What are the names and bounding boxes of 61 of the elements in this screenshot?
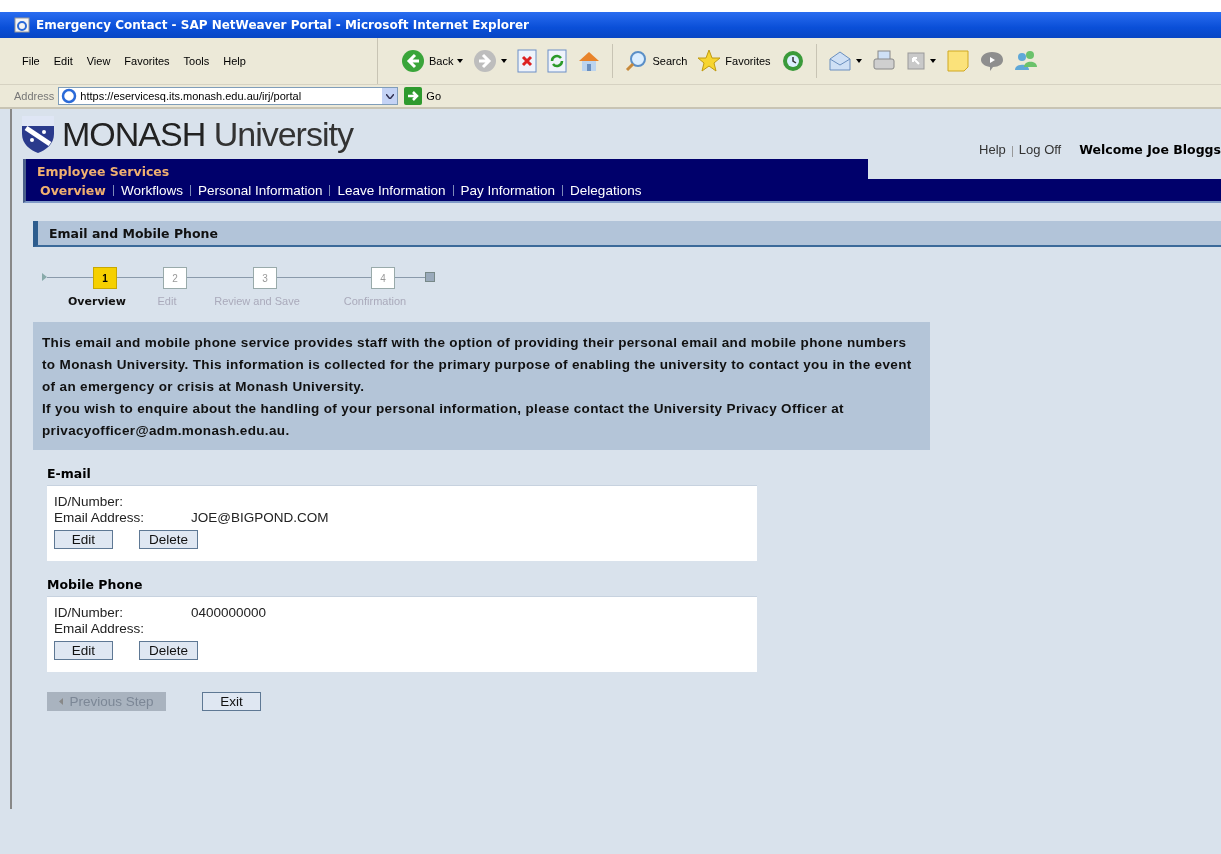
record-button[interactable]: Edit bbox=[54, 641, 113, 660]
header-link[interactable]: Help bbox=[979, 142, 1006, 157]
crest-icon bbox=[20, 114, 56, 154]
go-button[interactable]: Go bbox=[402, 87, 444, 105]
history-icon bbox=[780, 49, 805, 73]
browser-icon bbox=[14, 17, 30, 33]
record-button[interactable]: Edit bbox=[54, 530, 113, 549]
dropdown-button[interactable] bbox=[382, 88, 398, 104]
menu-item[interactable]: Help bbox=[223, 55, 246, 67]
toolbar-button[interactable]: Back bbox=[398, 47, 467, 75]
field-value: JOE@BIGPOND.COM bbox=[191, 510, 329, 526]
field-value: 0400000000 bbox=[191, 605, 267, 621]
field-label: Email Address: bbox=[54, 510, 146, 526]
university-logo-text: MONASH University bbox=[62, 114, 353, 154]
record-button[interactable]: Delete bbox=[139, 530, 198, 549]
menu-item[interactable]: File bbox=[22, 55, 40, 67]
nav-tab[interactable]: Personal Information bbox=[197, 182, 323, 198]
record-button[interactable]: Delete bbox=[139, 641, 198, 660]
menu-item[interactable]: View bbox=[86, 55, 111, 67]
people-icon bbox=[1013, 49, 1038, 73]
section-header: Email and Mobile Phone bbox=[33, 221, 1221, 247]
footer-button[interactable]: Exit bbox=[202, 692, 261, 711]
nav-tab[interactable]: Pay Information bbox=[460, 182, 556, 198]
menu-item[interactable]: Tools bbox=[183, 55, 210, 67]
refresh-icon bbox=[547, 49, 568, 73]
speech-bubble-icon bbox=[979, 49, 1004, 73]
arrow-icon bbox=[404, 87, 423, 105]
toolbar-button[interactable]: Search bbox=[621, 47, 691, 75]
caret-icon bbox=[385, 93, 394, 99]
stop-icon bbox=[517, 49, 538, 73]
search-icon bbox=[624, 49, 649, 73]
nav-tab[interactable]: Leave Information bbox=[337, 182, 446, 198]
welcome-text: Welcome Joe Bloggs bbox=[1079, 142, 1221, 157]
nav-title-bar: Employee Services bbox=[23, 159, 868, 179]
address-field[interactable]: https://eservicesq.its.monash.edu.au/irj/portal bbox=[58, 87, 399, 105]
header-link[interactable]: Log Off bbox=[1018, 142, 1062, 157]
info-paragraph: If you wish to enquire about the handling of your personal information, please contact the University Privacy Officer at privacyofficer@adm.monash.edu.au. bbox=[42, 400, 845, 440]
menu-item[interactable]: Favorites bbox=[124, 55, 170, 67]
window-title: Emergency Contact - SAP NetWeaver Portal - Microsoft Internet Explorer bbox=[36, 18, 530, 32]
start-marker-icon bbox=[42, 273, 47, 281]
nav-tab[interactable]: Overview bbox=[40, 182, 106, 198]
record-title: Mobile Phone bbox=[47, 577, 144, 594]
field-label: ID/Number: bbox=[54, 494, 125, 510]
step-label: Overview bbox=[67, 295, 127, 308]
address-label: Address bbox=[14, 90, 55, 102]
nav-tab[interactable]: Delegations bbox=[570, 182, 642, 198]
nav-tab[interactable]: Workflows bbox=[120, 182, 183, 198]
note-icon bbox=[945, 49, 970, 73]
field-label: ID/Number: bbox=[54, 605, 125, 621]
page-icon bbox=[61, 88, 78, 104]
menu-item[interactable]: Edit bbox=[53, 55, 73, 67]
toolbar-button[interactable]: Favorites bbox=[694, 47, 774, 75]
mail-icon bbox=[827, 49, 852, 73]
printer-icon bbox=[871, 49, 896, 73]
info-paragraph: This email and mobile phone service provides staff with the option of providing their personal email and mobile phone numbers to Monash University. This information is collected for the primary purpose of enabling the university to contact you in the event of an emergency or crisis at Monash University. bbox=[42, 334, 913, 396]
record-title: E-mail bbox=[47, 466, 92, 483]
end-marker-icon bbox=[425, 272, 435, 282]
edit-icon bbox=[905, 51, 926, 71]
star-icon bbox=[697, 49, 722, 73]
field-label: Email Address: bbox=[54, 621, 146, 637]
step-number[interactable]: 1 bbox=[93, 267, 117, 289]
